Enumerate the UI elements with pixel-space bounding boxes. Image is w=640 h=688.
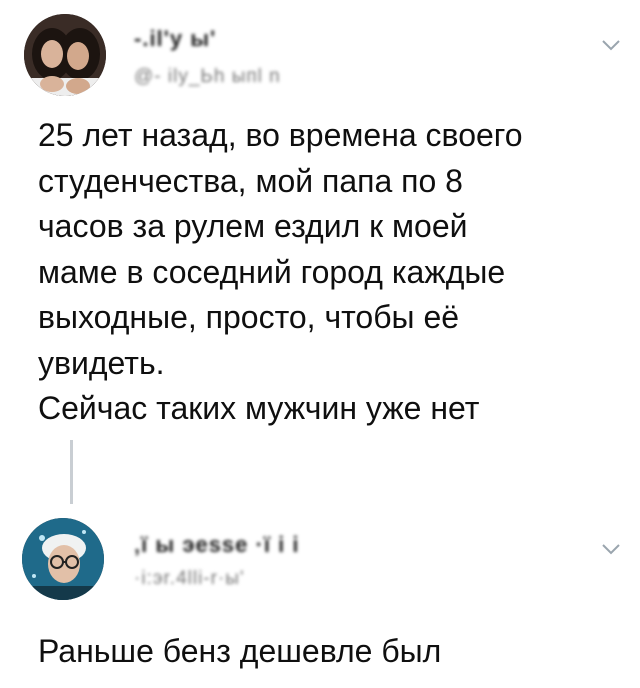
tweet-original: -.іl'у ы' @- іlу_Ьh ыпl n 25 лет назад, …	[0, 0, 640, 440]
avatar-photo	[22, 518, 104, 600]
author-handle[interactable]: @- іlу_Ьh ыпl n	[134, 66, 281, 88]
chevron-down-icon[interactable]	[600, 34, 622, 56]
author-name[interactable]: ‚ї ы эesse ·ї і і	[134, 532, 299, 558]
avatar[interactable]	[22, 518, 104, 600]
avatar-photo	[24, 14, 106, 96]
tweet-text: 25 лет назад, во времена своего студенче…	[38, 117, 523, 426]
author-name[interactable]: -.іl'у ы'	[134, 26, 216, 52]
tweet-reply: ‚ї ы эesse ·ї і і ·і:эr.4lli-r·ы' Раньше…	[0, 504, 640, 688]
thread-connector	[70, 440, 73, 504]
avatar[interactable]	[24, 14, 106, 96]
author-handle[interactable]: ·і:эr.4lli-r·ы'	[134, 568, 245, 590]
chevron-down-icon[interactable]	[600, 538, 622, 560]
tweet-text: Раньше бенз дешевле был	[38, 633, 442, 669]
